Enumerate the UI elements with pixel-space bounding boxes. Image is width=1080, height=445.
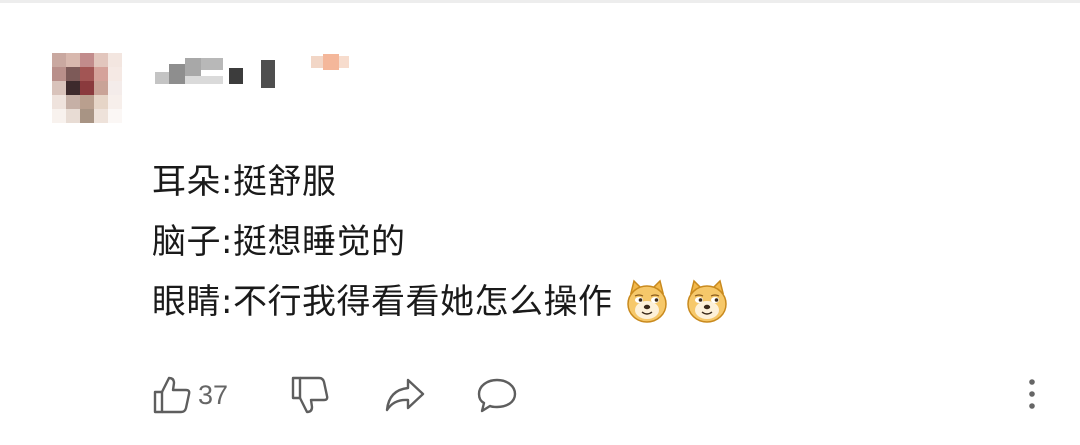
- like-button[interactable]: 37: [152, 372, 228, 418]
- doge-icon: [687, 279, 728, 323]
- avatar[interactable]: [52, 53, 122, 123]
- comment-line-text: 脑子:挺想睡觉的: [152, 222, 406, 262]
- comment-line: 眼睛:不行我得看看她怎么操作: [152, 272, 730, 332]
- more-vertical-icon[interactable]: [1020, 374, 1044, 414]
- comment-line: 脑子:挺想睡觉的: [152, 212, 730, 272]
- share-icon: [385, 378, 425, 412]
- comment-icon: [477, 378, 517, 413]
- share-button[interactable]: [383, 372, 427, 418]
- doge-icon: [627, 279, 668, 323]
- dislike-button[interactable]: [290, 372, 332, 418]
- thumbs-down-icon: [291, 376, 329, 414]
- comment-line-text: 眼睛:不行我得看看她怎么操作: [152, 282, 613, 322]
- top-divider: [0, 0, 1080, 3]
- comment-line-text: 耳朵:挺舒服: [152, 162, 337, 202]
- reply-button[interactable]: [475, 372, 519, 418]
- thumbs-up-icon: [153, 376, 191, 414]
- action-bar: 37: [0, 372, 1080, 422]
- username[interactable]: [155, 50, 355, 90]
- comment-line: 耳朵:挺舒服: [152, 152, 730, 212]
- comment-body: 耳朵:挺舒服 脑子:挺想睡觉的 眼睛:不行我得看看她怎么操作: [152, 152, 730, 332]
- like-count: 37: [198, 379, 229, 410]
